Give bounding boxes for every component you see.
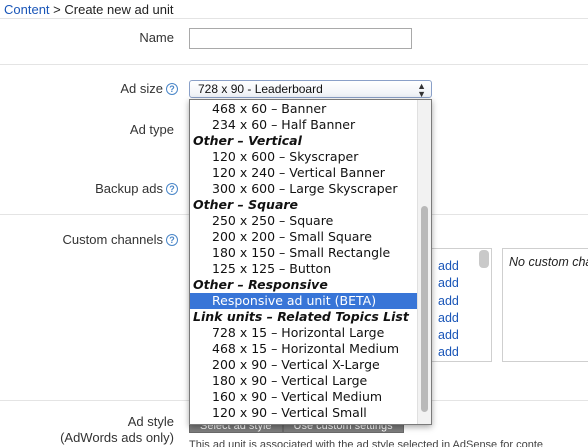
selected-channels-list[interactable]: No custom cha: [502, 248, 588, 362]
ad-style-label: Ad style (AdWords ads only): [60, 414, 174, 446]
ad-size-option[interactable]: 160 x 90 – Vertical Medium: [190, 389, 418, 405]
option-group-header: Other – Responsive: [193, 277, 328, 292]
help-icon[interactable]: ?: [166, 83, 178, 95]
custom-channels-label-text: Custom channels: [62, 232, 163, 247]
add-channel-link[interactable]: add: [438, 327, 459, 344]
ad-size-option[interactable]: 180 x 90 – Vertical Large: [190, 373, 418, 389]
ad-type-label: Ad type: [129, 122, 174, 137]
name-field[interactable]: [189, 28, 412, 49]
add-channel-link[interactable]: add: [438, 293, 459, 310]
dropdown-scrollbar-track[interactable]: [417, 100, 431, 424]
header-divider: [0, 18, 588, 19]
ad-size-select[interactable]: 728 x 90 - Leaderboard ▲ ▼: [189, 80, 432, 99]
no-custom-channels-text: No custom cha: [509, 255, 588, 269]
backup-ads-label-text: Backup ads: [95, 181, 163, 196]
name-label: Name: [139, 30, 174, 45]
ad-size-option[interactable]: 300 x 600 – Large Skyscraper: [190, 181, 418, 197]
ad-size-option[interactable]: 120 x 90 – Vertical Small: [190, 405, 418, 421]
ad-size-option[interactable]: 250 x 250 – Square: [190, 213, 418, 229]
ad-size-option[interactable]: 234 x 60 – Half Banner: [190, 117, 418, 133]
backup-ads-label: Backup ads?: [95, 181, 178, 196]
add-channel-link[interactable]: add: [438, 344, 459, 361]
channels-scrollbar[interactable]: [479, 250, 489, 268]
add-channel-link[interactable]: add: [438, 258, 459, 275]
ad-size-option[interactable]: 200 x 90 – Vertical X-Large: [190, 357, 418, 373]
help-icon[interactable]: ?: [166, 234, 178, 246]
ad-size-option[interactable]: 728 x 15 – Horizontal Large: [190, 325, 418, 341]
ad-style-label-line1: Ad style: [127, 414, 174, 429]
ad-style-description: This ad unit is associated with the ad s…: [189, 439, 544, 447]
ad-size-option[interactable]: 200 x 200 – Small Square: [190, 229, 418, 245]
ad-size-option[interactable]: 180 x 150 – Small Rectangle: [190, 245, 418, 261]
ad-size-label-text: Ad size: [120, 81, 163, 96]
ad-size-dropdown-list[interactable]: 468 x 60 – Banner 234 x 60 – Half Banner O…: [189, 99, 432, 425]
add-channel-link[interactable]: add: [438, 275, 459, 292]
option-group-header: Other – Square: [193, 197, 299, 212]
ad-size-selected-value: 728 x 90 - Leaderboard: [198, 82, 323, 96]
option-group-header: Link units – Related Topics List: [193, 309, 409, 324]
ad-size-option[interactable]: 120 x 600 – Skyscraper: [190, 149, 418, 165]
breadcrumb-content-link[interactable]: Content: [4, 2, 50, 17]
page-title: Create new ad unit: [64, 2, 174, 17]
select-arrows-icon: ▲ ▼: [417, 81, 426, 99]
ad-size-label: Ad size?: [120, 81, 178, 96]
breadcrumb-separator: >: [49, 2, 65, 17]
option-group-header: Other – Vertical: [193, 133, 302, 148]
ad-size-option[interactable]: 120 x 240 – Vertical Banner: [190, 165, 418, 181]
custom-channels-label: Custom channels?: [63, 232, 178, 247]
ad-style-label-line2: (AdWords ads only): [60, 430, 174, 445]
help-icon[interactable]: ?: [166, 183, 178, 195]
add-channel-link[interactable]: add: [438, 310, 459, 327]
ad-size-options: 468 x 60 – Banner 234 x 60 – Half Banner O…: [190, 101, 418, 421]
ad-size-option[interactable]: 468 x 60 – Banner: [190, 101, 418, 117]
section-divider-1: [0, 64, 588, 65]
ad-size-option[interactable]: 125 x 125 – Button: [190, 261, 418, 277]
channel-add-links: add add add add add add: [438, 258, 459, 362]
dropdown-scrollbar-thumb[interactable]: [421, 206, 428, 412]
ad-size-option[interactable]: 468 x 15 – Horizontal Medium: [190, 341, 418, 357]
ad-size-option[interactable]: Responsive ad unit (BETA): [190, 293, 418, 309]
breadcrumb: Content > Create new ad unit: [4, 2, 174, 17]
